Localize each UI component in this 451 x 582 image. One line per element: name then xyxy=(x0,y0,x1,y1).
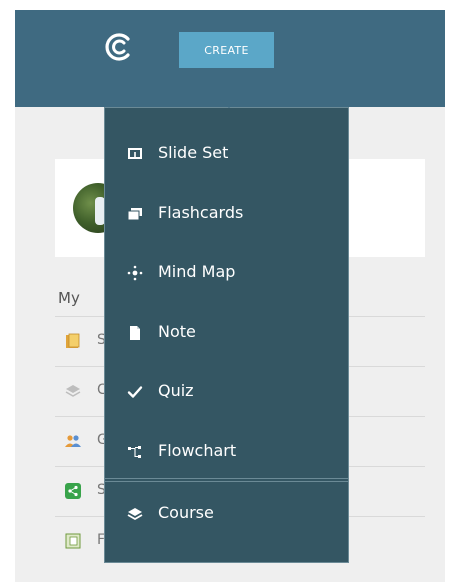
menu-item-label: Course xyxy=(158,503,214,522)
app-page: CREATE My S C G S F Slide Set Flashcards… xyxy=(15,10,445,582)
top-header: CREATE xyxy=(15,10,445,107)
slide-set-icon xyxy=(128,148,142,159)
menu-item-mind-map[interactable]: Mind Map xyxy=(105,250,348,296)
menu-item-label: Mind Map xyxy=(158,262,236,281)
menu-item-quiz[interactable]: Quiz xyxy=(105,369,348,415)
group-icon xyxy=(65,435,81,447)
checkmark-icon xyxy=(127,386,143,398)
menu-divider xyxy=(105,478,348,482)
notebook-icon xyxy=(65,533,81,549)
menu-item-label: Note xyxy=(158,322,196,341)
create-dropdown-menu: Slide Set Flashcards Mind Map Note Quiz … xyxy=(104,99,349,563)
menu-item-label: Flashcards xyxy=(158,203,244,222)
share-icon xyxy=(65,483,81,499)
menu-item-label: Flowchart xyxy=(158,441,237,460)
create-button[interactable]: CREATE xyxy=(179,32,274,68)
menu-item-note[interactable]: Note xyxy=(105,310,348,356)
folder-icon xyxy=(66,333,80,348)
menu-item-label: Slide Set xyxy=(158,143,229,162)
menu-item-flashcards[interactable]: Flashcards xyxy=(105,191,348,237)
menu-item-slide-set[interactable]: Slide Set xyxy=(105,131,348,177)
layers-icon xyxy=(127,508,143,521)
dropdown-caret xyxy=(220,99,238,108)
mind-map-icon xyxy=(127,265,143,281)
menu-item-label: Quiz xyxy=(158,381,194,400)
note-icon xyxy=(130,326,140,340)
flowchart-icon xyxy=(128,446,141,458)
brand-logo-icon[interactable] xyxy=(103,31,135,63)
menu-item-flowchart[interactable]: Flowchart xyxy=(105,429,348,475)
section-heading: My xyxy=(58,289,80,307)
course-icon xyxy=(65,385,81,397)
menu-item-course[interactable]: Course xyxy=(105,491,348,537)
flashcards-icon xyxy=(127,208,142,221)
